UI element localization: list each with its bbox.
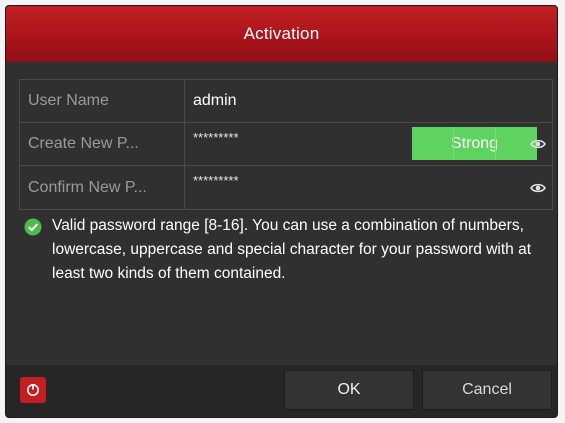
username-row: User Name admin bbox=[20, 80, 552, 123]
confirm-password-field[interactable]: ********* bbox=[185, 166, 552, 209]
confirm-password-value: ********* bbox=[193, 173, 239, 188]
dialog-footer: OK Cancel bbox=[6, 365, 557, 417]
cancel-button[interactable]: Cancel bbox=[422, 370, 552, 410]
password-strength-label: Strong bbox=[450, 134, 499, 152]
activation-form: User Name admin Create New P... ********… bbox=[19, 79, 553, 210]
new-password-field[interactable]: ********* Strong bbox=[185, 123, 552, 165]
power-button[interactable] bbox=[20, 377, 46, 403]
new-password-value: ********* bbox=[193, 130, 239, 145]
password-hint-text: Valid password range [8-16]. You can use… bbox=[52, 217, 532, 282]
power-icon bbox=[27, 384, 39, 396]
new-password-label: Create New P... bbox=[20, 123, 185, 165]
eye-icon[interactable] bbox=[530, 138, 546, 150]
new-password-row: Create New P... ********* Strong bbox=[20, 123, 552, 166]
dialog-title: Activation bbox=[243, 24, 320, 43]
password-strength-indicator: Strong bbox=[412, 127, 537, 160]
confirm-password-row: Confirm New P... ********* bbox=[20, 166, 552, 209]
username-field[interactable]: admin bbox=[185, 80, 552, 122]
ok-button[interactable]: OK bbox=[284, 370, 414, 410]
confirm-password-label: Confirm New P... bbox=[20, 166, 185, 209]
password-hint: Valid password range [8-16]. You can use… bbox=[22, 214, 552, 286]
check-circle-icon bbox=[24, 218, 42, 236]
eye-icon[interactable] bbox=[530, 182, 546, 194]
dialog-title-bar: Activation bbox=[6, 6, 557, 62]
activation-dialog: Activation User Name admin Create New P.… bbox=[5, 5, 558, 418]
username-label: User Name bbox=[20, 80, 185, 122]
